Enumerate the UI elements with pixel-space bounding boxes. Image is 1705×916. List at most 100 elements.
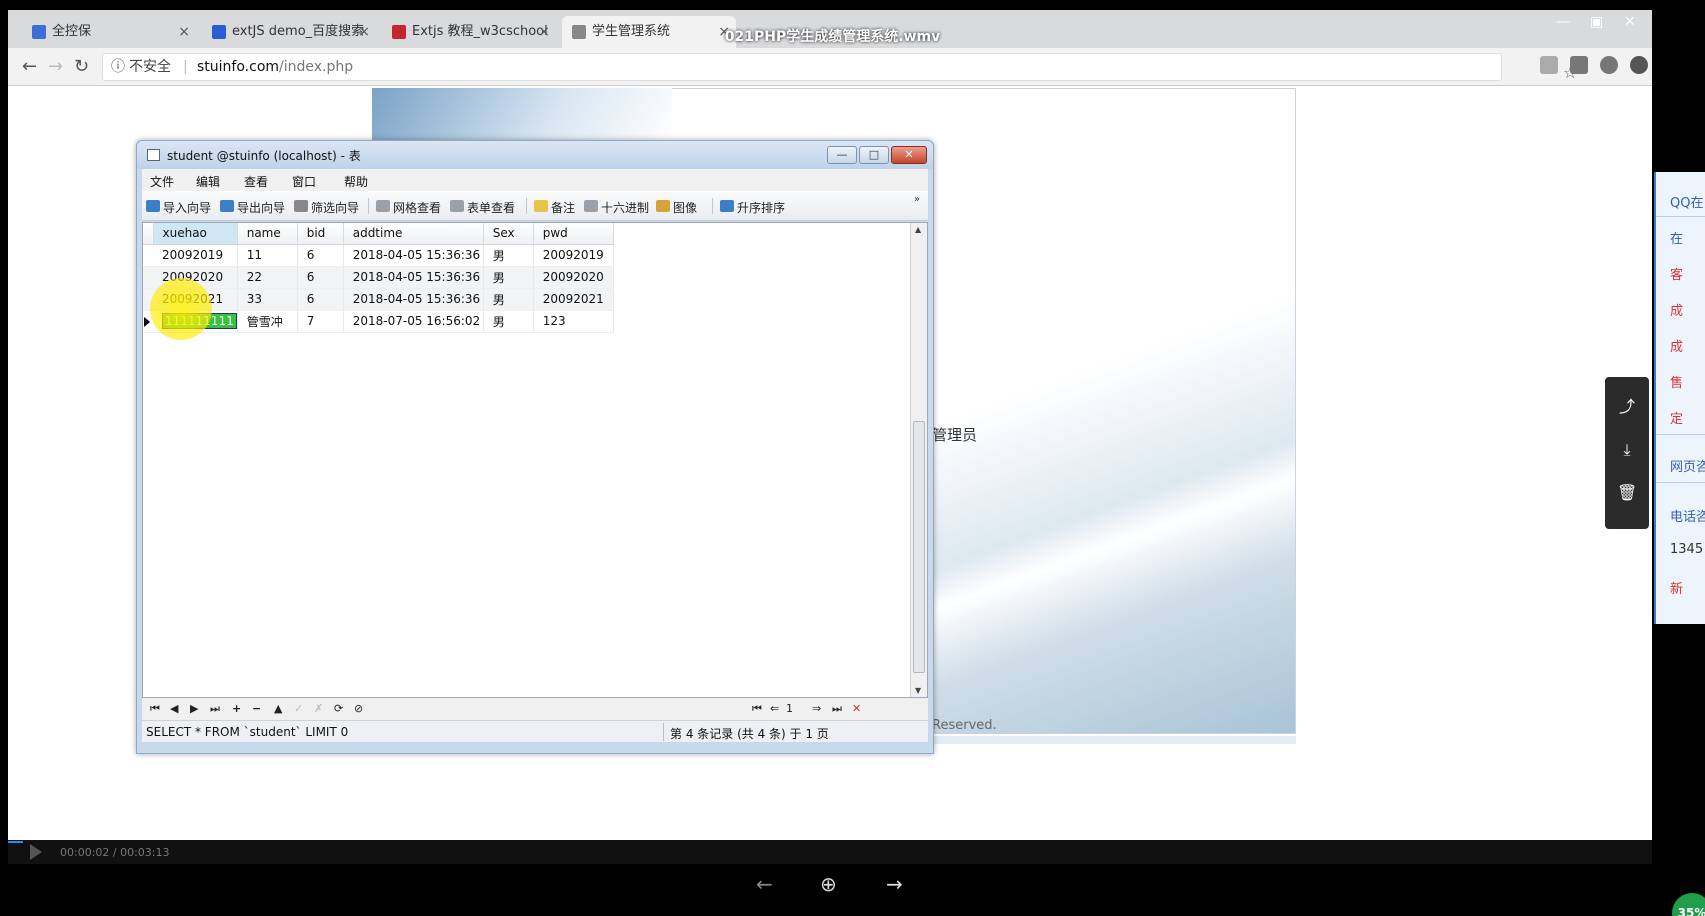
- extension-icon[interactable]: [1600, 56, 1618, 74]
- data-grid[interactable]: xuehao name bid addtime Sex pwd 20092019…: [142, 222, 928, 698]
- qq-service-item[interactable]: 成: [1670, 336, 1683, 355]
- toolbar-overflow-icon[interactable]: »: [914, 194, 920, 205]
- column-header-addtime[interactable]: addtime: [343, 223, 484, 245]
- next-page-icon[interactable]: ⇒: [812, 702, 821, 715]
- cell-pwd[interactable]: 20092019: [533, 244, 614, 267]
- address-bar[interactable]: ⓘ 不安全 | stuinfo.com/index.php ☆: [102, 53, 1577, 82]
- edit-record-icon[interactable]: ▲: [274, 702, 282, 715]
- menu-view[interactable]: 查看: [244, 173, 268, 190]
- prev-record-icon[interactable]: ◀: [170, 702, 178, 715]
- cell-pwd[interactable]: 123: [533, 310, 614, 333]
- scroll-thumb[interactable]: [913, 421, 925, 673]
- table-row[interactable]: 20092020 22 6 2018-04-05 15:36:36 男 2009…: [143, 266, 614, 289]
- info-icon[interactable]: ⓘ: [111, 54, 125, 80]
- cell-xuehao[interactable]: 20092019: [153, 244, 238, 267]
- qq-online-item[interactable]: 在: [1670, 228, 1683, 247]
- back-icon[interactable]: ←: [22, 56, 37, 77]
- zoom-in-icon[interactable]: ⊕: [820, 872, 837, 896]
- new-message-item[interactable]: 新: [1670, 578, 1683, 597]
- url[interactable]: stuinfo.com/index.php: [197, 54, 353, 80]
- menu-help[interactable]: 帮助: [344, 173, 368, 190]
- maximize-button[interactable]: □: [859, 146, 889, 164]
- qq-service-item[interactable]: 售: [1670, 372, 1683, 391]
- column-header-sex[interactable]: Sex: [483, 223, 534, 245]
- first-record-icon[interactable]: ⏮: [150, 702, 160, 716]
- cell-name[interactable]: 管雪冲: [237, 310, 298, 333]
- refresh-icon[interactable]: ⟳: [334, 702, 343, 715]
- column-header-pwd[interactable]: pwd: [533, 223, 614, 245]
- export-wizard-button[interactable]: 导出向导: [220, 199, 285, 216]
- hex-button[interactable]: 十六进制: [584, 199, 649, 216]
- share-icon[interactable]: ⤴: [1617, 397, 1637, 417]
- scroll-up-icon[interactable]: ▲: [915, 225, 921, 234]
- grid-view-button[interactable]: 网格查看: [376, 199, 441, 216]
- cell-name[interactable]: 33: [237, 288, 298, 311]
- next-record-icon[interactable]: ▶: [190, 702, 198, 715]
- menu-window[interactable]: 窗口: [292, 173, 316, 190]
- cell-sex[interactable]: 男: [483, 310, 534, 333]
- extension-icon[interactable]: [1570, 56, 1588, 74]
- cell-addtime[interactable]: 2018-04-05 15:36:36: [343, 244, 484, 267]
- cell-pwd[interactable]: 20092021: [533, 288, 614, 311]
- table-row[interactable]: 20092021 33 6 2018-04-05 15:36:36 男 2009…: [143, 288, 614, 311]
- forward-icon[interactable]: →: [48, 56, 63, 77]
- navicat-table-window[interactable]: student @stuinfo (localhost) - 表 — □ ✕ 文件 …: [136, 140, 934, 754]
- previous-icon[interactable]: ←: [756, 872, 773, 896]
- download-icon[interactable]: ⤓: [1617, 440, 1637, 460]
- video-progress-bar[interactable]: 00:00:02 / 00:03:13: [8, 840, 1652, 864]
- first-page-icon[interactable]: ⏮: [752, 702, 762, 716]
- selected-cell-text[interactable]: 111111111: [162, 313, 237, 329]
- cell-sex[interactable]: 男: [483, 288, 534, 311]
- cell-bid[interactable]: 6: [297, 288, 344, 311]
- close-paging-icon[interactable]: ✕: [852, 702, 861, 715]
- qq-service-item[interactable]: 客: [1670, 264, 1683, 283]
- scroll-down-icon[interactable]: ▼: [915, 686, 921, 695]
- add-record-icon[interactable]: +: [232, 702, 241, 715]
- last-page-icon[interactable]: ⏭: [832, 702, 842, 716]
- table-row-selected[interactable]: 111111111 管雪冲 7 2018-07-05 16:56:02 男 12…: [143, 310, 614, 333]
- close-button[interactable]: ✕: [891, 146, 927, 164]
- stop-icon[interactable]: ⊘: [354, 702, 363, 715]
- cell-bid[interactable]: 7: [297, 310, 344, 333]
- window-titlebar[interactable]: student @stuinfo (localhost) - 表 — □ ✕: [137, 141, 933, 169]
- delete-icon[interactable]: 🗑: [1617, 483, 1637, 503]
- cell-pwd[interactable]: 20092020: [533, 266, 614, 289]
- last-record-icon[interactable]: ⏭: [210, 702, 220, 716]
- cell-name[interactable]: 11: [237, 244, 298, 267]
- prev-page-icon[interactable]: ⇐: [770, 702, 779, 715]
- vertical-scrollbar[interactable]: ▲ ▼: [910, 223, 927, 697]
- cell-xuehao[interactable]: 20092020: [153, 266, 238, 289]
- close-icon[interactable]: ✕: [1624, 14, 1636, 30]
- apply-changes-icon[interactable]: ✓: [294, 702, 303, 715]
- form-view-button[interactable]: 表单查看: [450, 199, 515, 216]
- cell-name[interactable]: 22: [237, 266, 298, 289]
- filter-wizard-button[interactable]: 筛选向导: [294, 199, 359, 216]
- table-row[interactable]: 20092019 11 6 2018-04-05 15:36:36 男 2009…: [143, 244, 614, 267]
- play-icon[interactable]: [30, 844, 42, 860]
- maximize-icon[interactable]: ▣: [1590, 14, 1603, 30]
- menu-edit[interactable]: 编辑: [196, 173, 220, 190]
- extension-icon[interactable]: [1630, 56, 1648, 74]
- import-wizard-button[interactable]: 导入向导: [146, 199, 211, 216]
- cell-sex[interactable]: 男: [483, 244, 534, 267]
- cell-xuehao-editing[interactable]: 111111111: [153, 310, 238, 333]
- minimize-button[interactable]: —: [827, 146, 857, 164]
- memo-button[interactable]: 备注: [534, 199, 575, 216]
- minimize-icon[interactable]: —: [1556, 14, 1570, 30]
- discard-changes-icon[interactable]: ✗: [314, 702, 323, 715]
- cell-xuehao[interactable]: 20092021: [153, 288, 238, 311]
- sort-ascending-button[interactable]: 升序排序: [720, 199, 785, 216]
- web-consult-item[interactable]: 网页咨: [1670, 456, 1705, 475]
- next-icon[interactable]: →: [886, 872, 903, 896]
- menu-file[interactable]: 文件: [150, 173, 174, 190]
- qq-service-item[interactable]: 定: [1670, 408, 1683, 427]
- column-header-xuehao[interactable]: xuehao: [153, 223, 238, 245]
- cell-sex[interactable]: 男: [483, 266, 534, 289]
- cell-bid[interactable]: 6: [297, 266, 344, 289]
- cell-bid[interactable]: 6: [297, 244, 344, 267]
- extension-icon[interactable]: [1540, 56, 1558, 74]
- column-header-name[interactable]: name: [237, 223, 298, 245]
- cell-addtime[interactable]: 2018-04-05 15:36:36: [343, 266, 484, 289]
- image-button[interactable]: 图像: [656, 199, 697, 216]
- page-number[interactable]: 1: [786, 702, 793, 715]
